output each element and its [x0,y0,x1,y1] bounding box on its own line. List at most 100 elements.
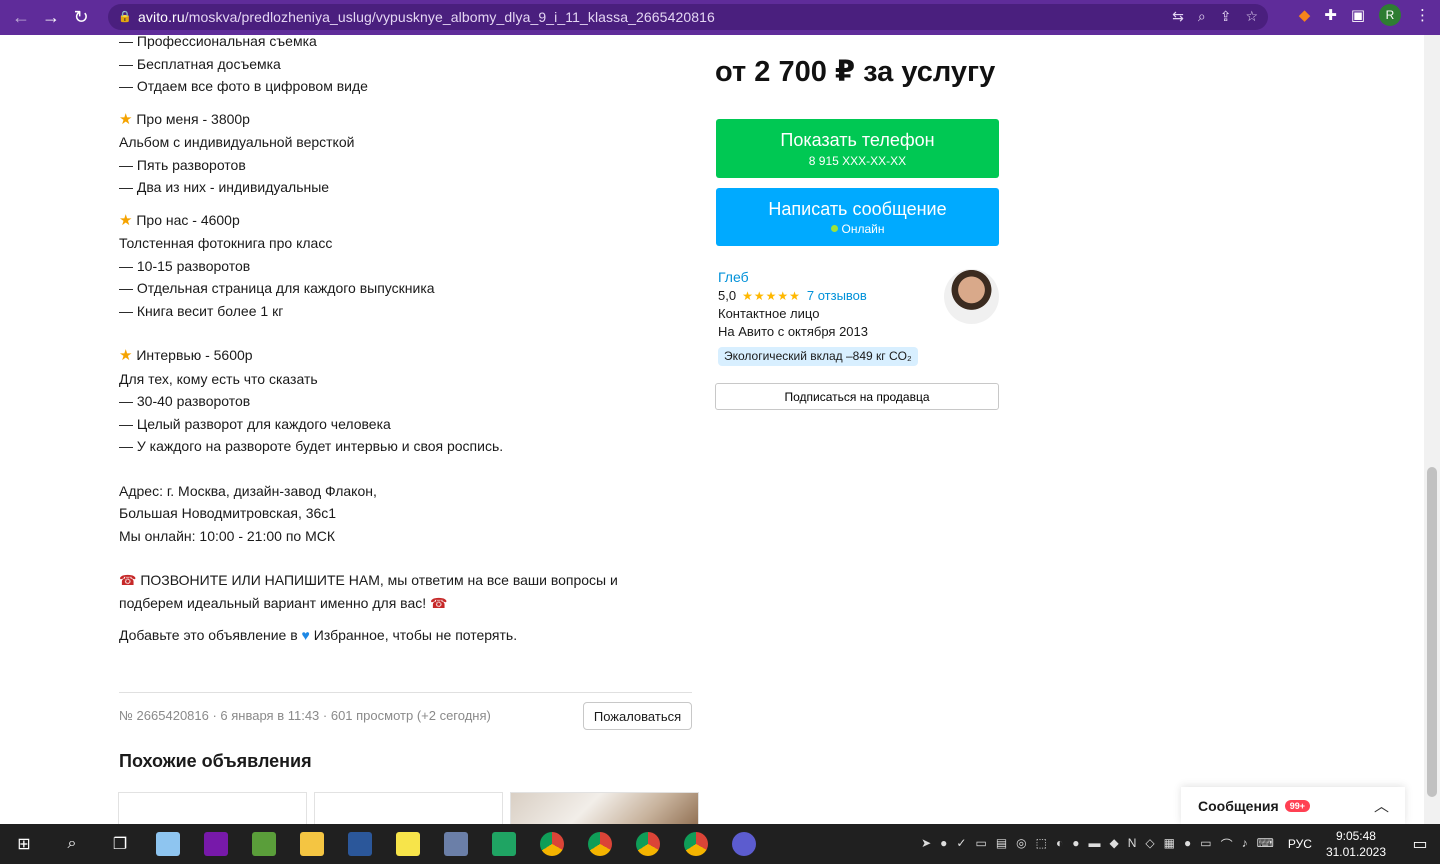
tray-app-icon[interactable]: ● [1184,836,1191,853]
show-phone-button[interactable]: Показать телефон 8 915 XXX-XX-XX [716,119,999,178]
tray-app-icon[interactable]: ◆ [1109,836,1118,853]
eco-badge[interactable]: Экологический вклад –849 кг CO₂ [718,347,918,366]
write-message-label: Написать сообщение [768,198,947,219]
side-panel-icon[interactable]: ▣ [1351,6,1365,24]
battery-icon[interactable]: ▭ [1200,836,1211,853]
app-icon[interactable] [432,824,480,864]
chrome-profile-icon[interactable] [576,824,624,864]
chrome-icon[interactable] [528,824,576,864]
clock-time: 9:05:48 [1335,829,1376,843]
extensions-puzzle-icon[interactable]: ✚ [1324,6,1337,24]
seller-rating: 5,0 ★★★★★ 7 отзывов [718,288,867,303]
monitor-icon[interactable]: ▭ [975,836,986,853]
keyboard-icon[interactable]: ⌨ [1257,836,1274,853]
lock-icon[interactable]: 🔒 [118,10,132,24]
tray-app-icon[interactable]: ● [940,836,947,853]
reviews-link[interactable]: 7 отзывов [807,288,867,303]
screenshot-icon[interactable]: ⬚ [1036,836,1047,853]
profile-avatar[interactable]: R [1379,4,1401,26]
search-icon[interactable]: ⌕ [48,824,96,864]
tray-app-icon[interactable]: ◎ [1016,836,1026,853]
tray-app-icon[interactable]: ▦ [1164,836,1175,853]
listing-meta: № 2665420816 · 6 января в 11:43 · 601 пр… [119,708,491,723]
notes-icon[interactable]: ▤ [996,836,1007,853]
onenote-app-icon[interactable] [192,824,240,864]
hours-line: Мы онлайн: 10:00 - 21:00 по МСК [119,527,336,544]
wifi-icon[interactable]: ⌒ [1221,836,1233,853]
similar-listing-card[interactable] [118,792,307,824]
chrome-profile-icon[interactable] [624,824,672,864]
word-app-icon[interactable] [336,824,384,864]
online-dot-icon [830,225,838,232]
back-icon[interactable]: ← [6,3,36,33]
complain-button[interactable]: Пожаловаться [583,702,692,730]
listing-description: — Профессиональная съемка — Бесплатная д… [119,35,699,647]
similar-listing-card[interactable] [314,792,503,824]
page-scrollbar[interactable] [1424,35,1440,824]
call-to-action: ☎ ПОЗВОНИТЕ ИЛИ НАПИШИТЕ НАМ, мы ответим… [119,569,699,592]
similar-listing-card[interactable] [510,792,699,824]
write-message-button[interactable]: Написать сообщение Онлайн [716,188,999,246]
address-line: Адрес: г. Москва, дизайн-завод Флакон, [119,482,377,499]
desc-line: Толстенная фотокнига про класс [119,235,333,251]
telegram-icon[interactable]: ➤ [921,836,931,853]
unread-badge: 99+ [1284,799,1310,812]
taskbar: ⊞ ⌕ ❐ ➤ ● ✓ ▭ ▤ ◎ ⬚ ◐ ● ▬ ◆ N ◇ ▦ ● ▭ ⌒ [0,824,1440,864]
metamask-fox-icon[interactable]: ◆ [1299,6,1311,24]
tray-app-icon[interactable]: ◇ [1145,836,1154,853]
tray-app-icon[interactable]: ✓ [956,836,966,853]
page-content: — Профессиональная съемка — Бесплатная д… [0,35,1424,824]
price: от 2 700 ₽ за услугу [715,56,996,88]
share-icon[interactable]: ⇪ [1220,8,1232,25]
online-status-text: Онлайн [841,221,885,236]
address-bar[interactable]: 🔒 avito.ru/moskva/predlozheniya_uslug/vy… [108,4,1268,30]
chrome-profile-icon[interactable] [672,824,720,864]
desc-line: — Отдельная страница для каждого выпускн… [119,280,435,296]
folder-icon[interactable]: ▬ [1088,836,1100,853]
scrollbar-thumb[interactable] [1427,467,1437,797]
rating-stars-icon: ★★★★★ [742,288,801,303]
sheets-app-icon[interactable] [480,824,528,864]
desc-line: — 10-15 разворотов [119,257,251,274]
chevron-up-icon[interactable]: ︿ [1374,795,1389,816]
fav-text: Избранное, чтобы не потерять. [313,627,518,643]
desc-line: — У каждого на развороте будет интервью … [119,438,504,454]
notepad-app-icon[interactable] [144,824,192,864]
chart-app-icon[interactable] [240,824,288,864]
zoom-icon[interactable]: ⌕ [1198,8,1206,25]
package-title-text: Интервью - 5600р [136,347,253,363]
sticky-notes-icon[interactable] [384,824,432,864]
seller-name-link[interactable]: Глеб [718,269,749,285]
subscribe-seller-button[interactable]: Подписаться на продавца [715,383,999,410]
file-explorer-icon[interactable] [288,824,336,864]
divider [119,692,692,693]
desc-line: Для тех, кому есть что сказать [119,370,318,387]
language-indicator[interactable]: РУС [1288,837,1312,851]
masked-phone-number: 8 915 XXX-XX-XX [808,153,907,168]
favorites-hint: Добавьте это объявление в ♥ Избранное, ч… [119,624,699,647]
task-view-icon[interactable]: ❐ [96,824,144,864]
tray-app-icon[interactable]: ● [1072,836,1079,853]
tray-app-icon[interactable]: ◐ [1056,836,1063,853]
app-icon[interactable] [720,824,768,864]
volume-icon[interactable]: ♪ [1242,836,1248,853]
call-to-action: подберем идеальный вариант именно для ва… [119,592,699,615]
notifications-icon[interactable]: ▭ [1400,834,1440,854]
star-icon: ★ [119,211,133,229]
clock[interactable]: 9:05:48 31.01.2023 [1326,828,1386,860]
bookmark-star-icon[interactable]: ☆ [1245,8,1258,25]
desc-line: — Отдаем все фото в цифровом виде [119,78,368,94]
desc-line: — Два из них - индивидуальные [119,179,330,195]
seller-avatar[interactable] [944,269,999,324]
forward-icon[interactable]: → [36,3,66,33]
url-text[interactable]: avito.ru/moskva/predlozheniya_uslug/vypu… [138,9,715,25]
menu-kebab-icon[interactable]: ⋮ [1415,6,1430,24]
onenote-tray-icon[interactable]: N [1128,836,1137,853]
windows-start-icon[interactable]: ⊞ [0,824,48,864]
reload-icon[interactable]: ↻ [66,3,96,33]
messages-widget[interactable]: Сообщения 99+ ︿ [1181,787,1405,824]
desc-line: — Книга весит более 1 кг [119,302,284,319]
package-title: ★ Про нас - 4600р [119,209,699,233]
fav-text: Добавьте это объявление в [119,627,298,643]
translate-icon[interactable]: ⇆ [1172,8,1184,25]
